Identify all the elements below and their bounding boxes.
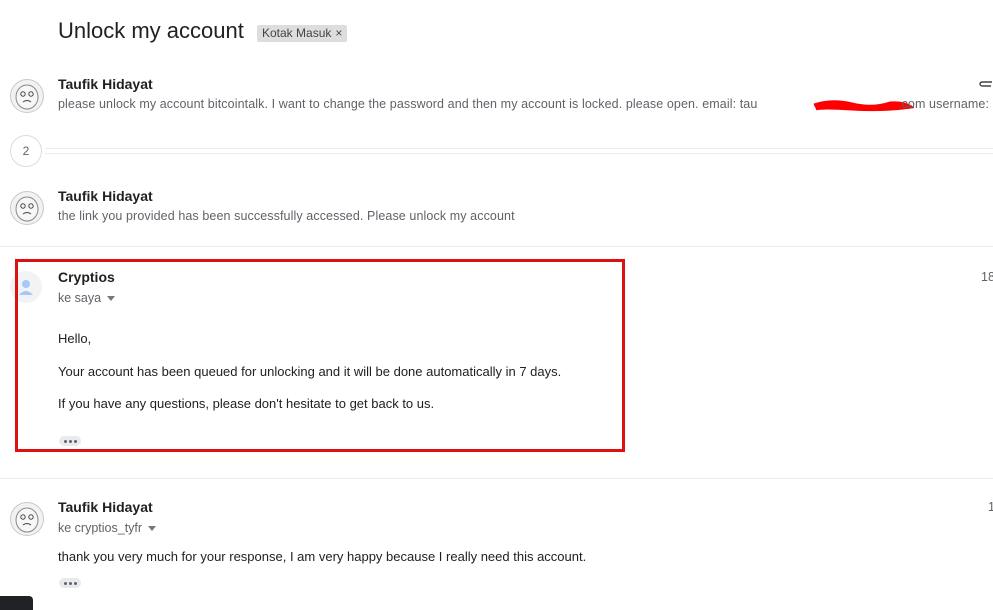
sender-name: Taufik Hidayat <box>58 499 153 515</box>
attachment-icon <box>979 81 992 87</box>
message-divider <box>0 246 993 247</box>
label-chip-inbox[interactable]: Kotak Masuk × <box>257 25 348 42</box>
avatar <box>10 79 44 113</box>
avatar <box>10 502 44 536</box>
message-time: 18 <box>981 270 993 284</box>
floating-panel-edge[interactable] <box>0 596 33 610</box>
collapsed-divider-bottom <box>45 153 993 154</box>
body-line: thank you very much for your response, I… <box>58 549 587 564</box>
chevron-down-icon[interactable] <box>148 526 157 532</box>
label-chip-text: Kotak Masuk <box>262 26 332 40</box>
sender-name: Taufik Hidayat <box>58 76 153 92</box>
recipient-text: ke cryptios_tyfr <box>58 521 143 535</box>
sender-name: Taufik Hidayat <box>58 188 153 204</box>
remove-label-icon[interactable]: × <box>335 26 342 40</box>
avatar <box>10 191 44 225</box>
show-trimmed-content-button[interactable] <box>59 578 81 588</box>
message-divider <box>0 478 993 479</box>
recipient-line[interactable]: ke cryptios_tyfr <box>58 521 157 535</box>
message-snippet[interactable]: the link you provided has been successfu… <box>58 209 515 223</box>
message-snippet[interactable]: please unlock my account bitcointalk. I … <box>58 97 757 111</box>
message-snippet-end: .com username: <box>898 97 990 111</box>
thread-subject: Unlock my account <box>58 18 244 43</box>
collapsed-divider-top <box>45 148 993 149</box>
message-time: 1 <box>988 500 993 514</box>
collapsed-messages-count[interactable]: 2 <box>10 135 42 167</box>
highlight-annotation-box <box>15 259 625 452</box>
